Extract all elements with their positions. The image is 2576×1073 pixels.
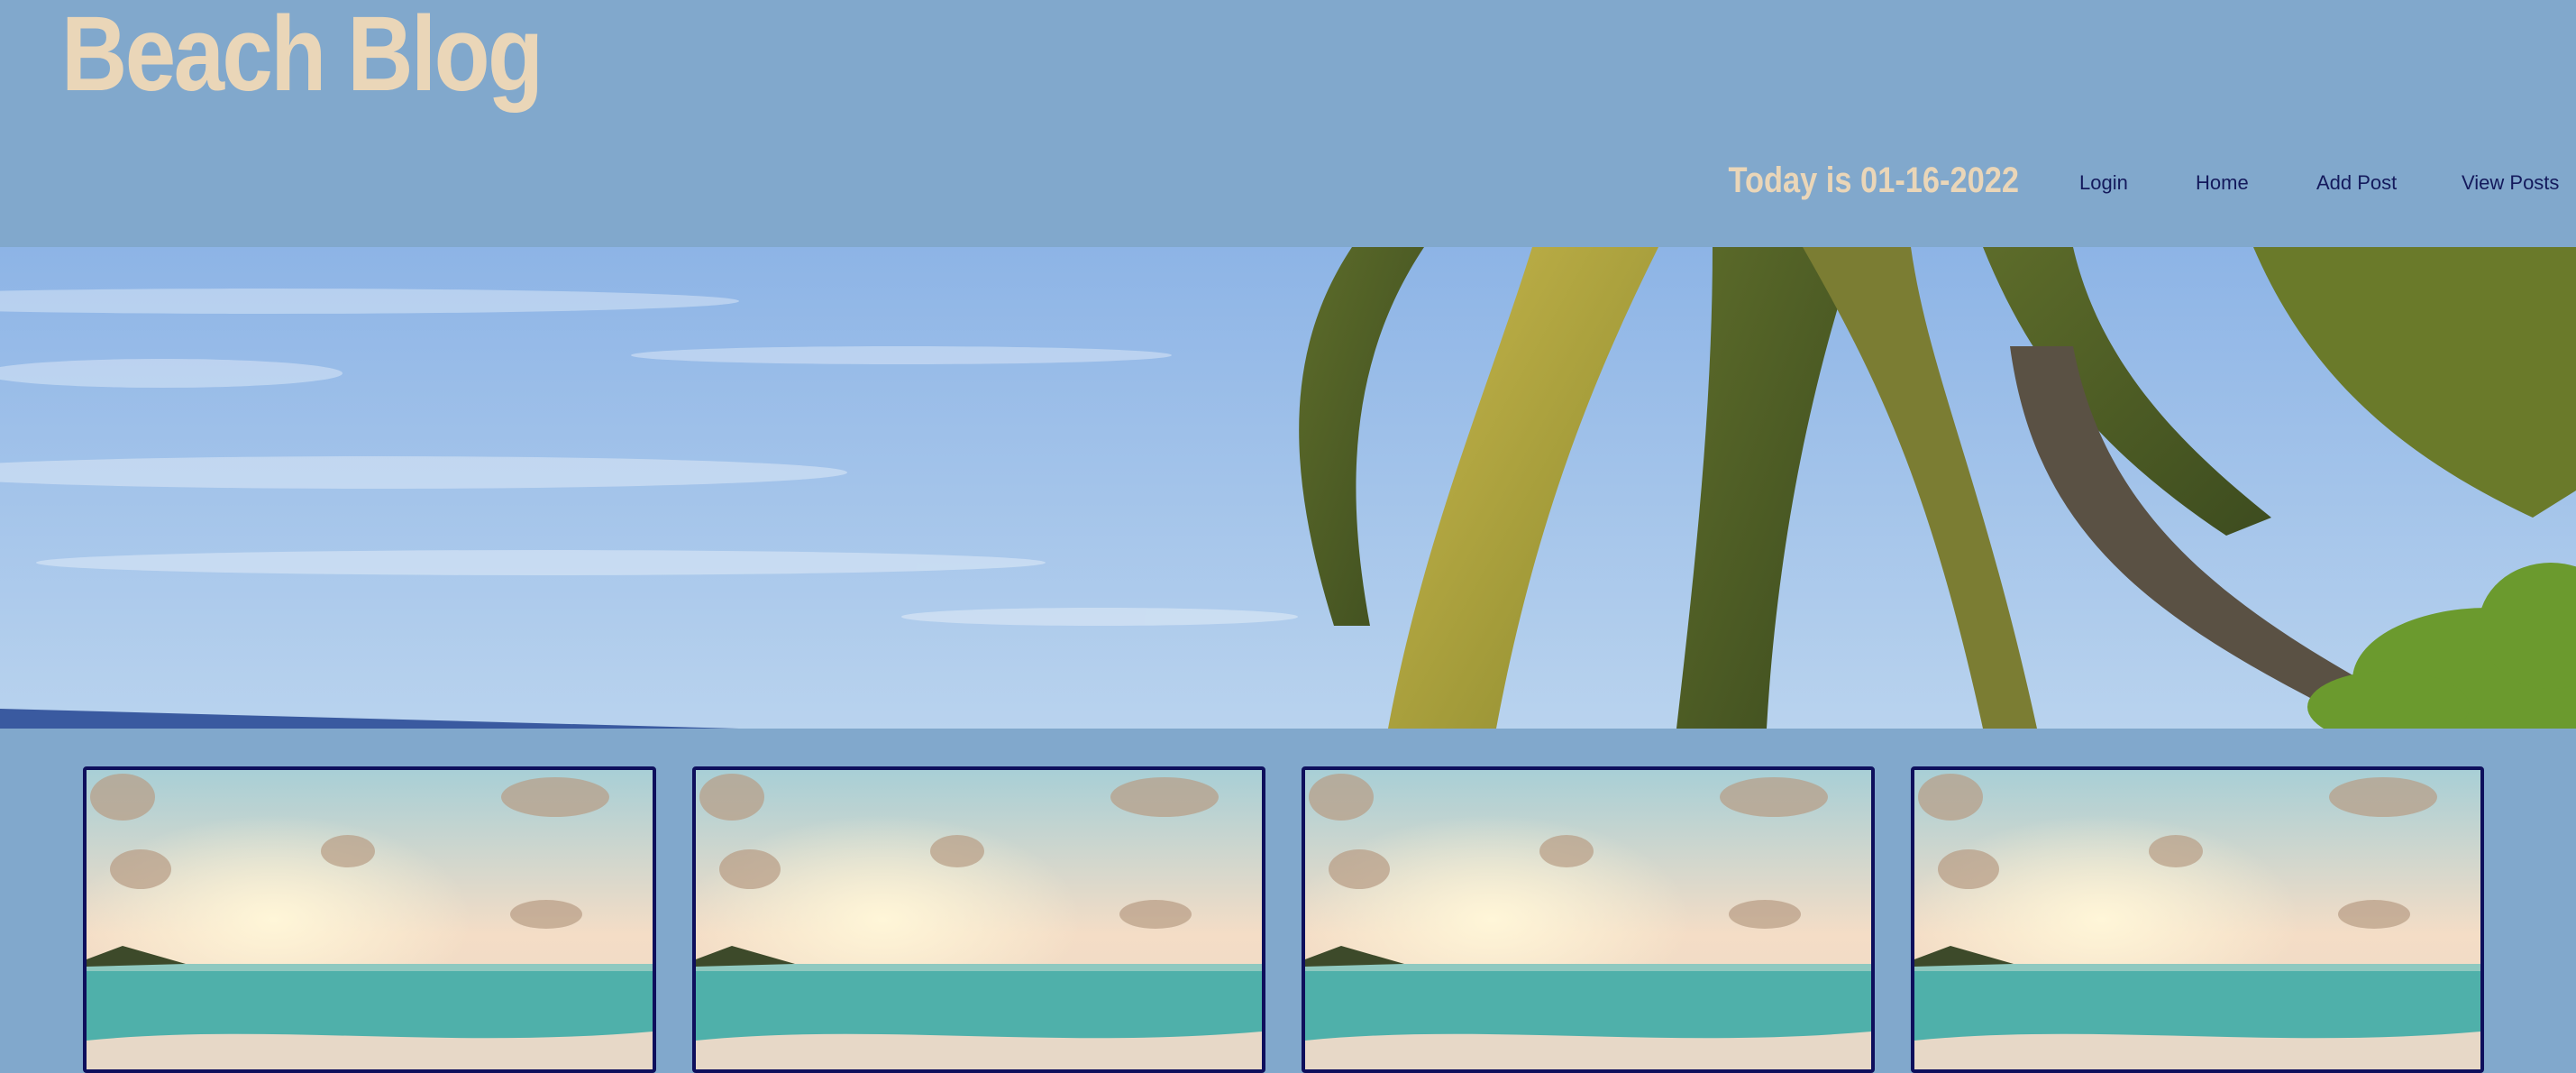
today-date: Today is 01-16-2022 [1728,160,2019,200]
post-card[interactable] [1302,766,1875,1073]
post-card-image[interactable] [696,770,1262,1069]
nav-home-link[interactable]: Home [2196,171,2249,195]
post-card-image[interactable] [1305,770,1871,1069]
nav-add-post-link[interactable]: Add Post [2316,171,2397,195]
post-card-image[interactable] [1914,770,2480,1069]
site-header: Beach Blog Today is 01-16-2022 Login Hom… [0,0,2576,247]
site-title[interactable]: Beach Blog [61,0,544,115]
post-cards [0,729,2576,1073]
post-card[interactable] [692,766,1265,1073]
nav-view-posts-link[interactable]: View Posts [2462,171,2559,195]
post-card-image[interactable] [87,770,653,1069]
post-card[interactable] [83,766,656,1073]
hero-banner [0,247,2576,729]
nav-login-link[interactable]: Login [2079,171,2128,195]
hero-palm-image [0,247,2576,729]
post-card[interactable] [1911,766,2484,1073]
